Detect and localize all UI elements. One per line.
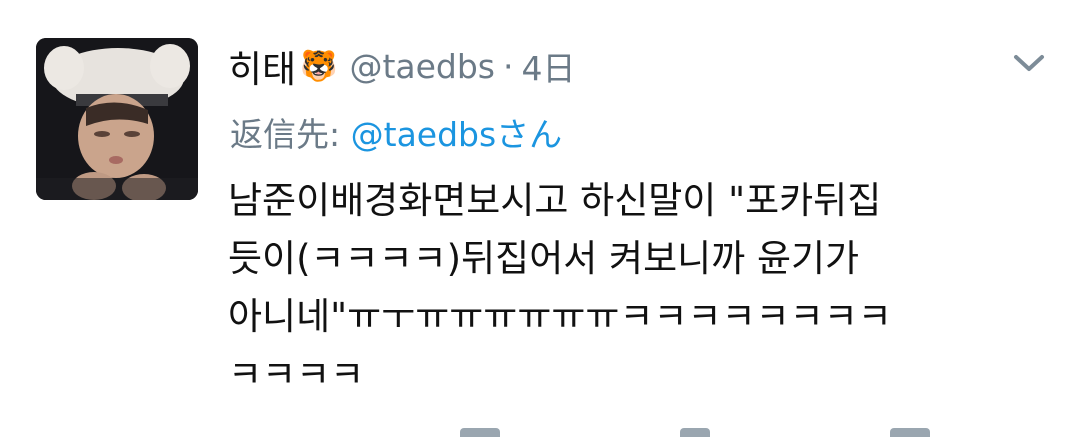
reply-context: 返信先: @taedbsさん: [230, 108, 562, 156]
user-handle[interactable]: @taedbs: [349, 47, 495, 86]
action-bar-partial: [390, 428, 950, 437]
tweet-card[interactable]: 히태 🐯 @taedbs · 4日 返信先: @taedbsさん 남준이배경화면…: [0, 0, 1080, 437]
tiger-emoji-icon: 🐯: [300, 48, 338, 84]
reply-prefix: 返信先:: [230, 115, 341, 154]
chevron-down-icon[interactable]: [1010, 50, 1048, 76]
avatar[interactable]: [36, 38, 198, 200]
reply-handle-link[interactable]: @taedbsさん: [351, 115, 563, 154]
timestamp[interactable]: 4日: [522, 42, 576, 90]
tweet-header: 히태 🐯 @taedbs · 4日: [228, 38, 576, 94]
tweet-text: 남준이배경화면보시고 하신말이 "포카뒤집 듯이(ㅋㅋㅋㅋ)뒤집어서 켜보니까 …: [228, 179, 892, 396]
separator-dot: ·: [503, 46, 514, 86]
display-name[interactable]: 히태: [228, 39, 296, 93]
